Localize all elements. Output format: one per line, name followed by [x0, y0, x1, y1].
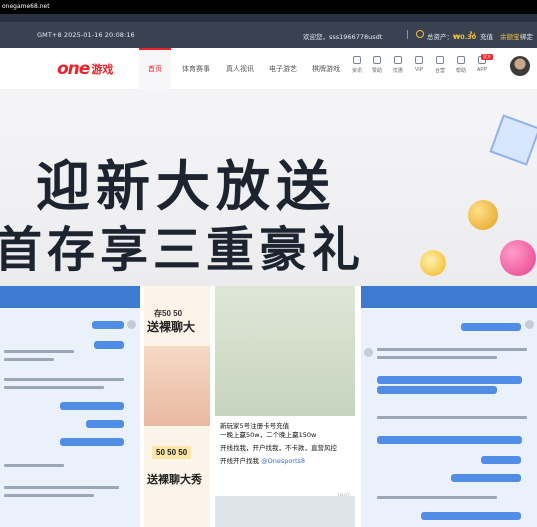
quick-help[interactable]: 帮助	[452, 56, 470, 74]
balance-label: 总资产：	[427, 33, 453, 41]
balloon-decoration	[500, 240, 536, 276]
message-line-2: 一晚上赢50w，二个晚上赢150w	[220, 431, 317, 439]
tab-sports[interactable]: 体育赛事	[176, 48, 216, 90]
refresh-icon[interactable]: ↻	[469, 30, 476, 39]
account-info-bar: GMT+8 2025-01-16 20:08:16 欢迎您，sss1966778…	[0, 22, 537, 48]
chat-bubble	[92, 321, 124, 329]
testimonial-screenshots: 存50 50 送裸聊大 50 50 50 送裸聊大秀 新玩家5号注册卡号充值 一…	[0, 286, 537, 527]
tab-card-games[interactable]: 棋牌游戏	[306, 48, 346, 90]
promo-headline: 送裸聊大	[147, 320, 196, 334]
chat-screenshot-1	[0, 286, 140, 527]
chat-line	[4, 464, 64, 467]
chat-line	[377, 348, 527, 351]
news-icon	[353, 56, 361, 64]
message-line-4: 开线开户找我 @Onesports8	[220, 457, 350, 466]
avatar[interactable]	[510, 56, 530, 76]
chat-bubble	[377, 436, 522, 444]
chat-header	[361, 286, 537, 308]
phone-screenshot	[215, 286, 355, 416]
help-icon	[457, 56, 465, 64]
wallet-link[interactable]: 余额宝	[500, 31, 520, 41]
promo-banner[interactable]: 迎新大放送 首存享三重豪礼	[0, 90, 537, 286]
quick-agent[interactable]: 合营	[431, 56, 449, 74]
tab-live-casino[interactable]: 真人视讯	[220, 48, 260, 90]
tab-slots[interactable]: 电子游艺	[263, 48, 303, 90]
chat-screenshot-2: 新玩家5号注册卡号充值 一晚上赢50w，二个晚上赢150w 开线找我，开户找我，…	[215, 286, 355, 527]
server-time: GMT+8 2025-01-16 20:08:16	[37, 31, 135, 39]
quick-help-label: 帮助	[455, 68, 466, 74]
top-strip	[0, 14, 537, 22]
chat-line	[4, 386, 104, 389]
avatar	[364, 348, 373, 357]
quick-promo[interactable]: 优惠	[389, 56, 407, 74]
avatar	[127, 320, 136, 329]
chat-bubble	[60, 438, 124, 446]
quick-agent-label: 合营	[434, 68, 445, 74]
next-message-preview	[215, 496, 355, 527]
promo-poster-body: 存50 50 送裸聊大 50 50 50 送裸聊大秀	[144, 286, 210, 527]
site-logo[interactable]: one 游戏	[57, 59, 114, 79]
chat-bubble	[86, 420, 124, 428]
telegram-handle[interactable]: @Onesports8	[261, 457, 305, 465]
quick-vip-label: VIP	[414, 67, 424, 73]
quick-news[interactable]: 资讯	[348, 56, 366, 74]
tab-home[interactable]: 首页	[139, 48, 171, 90]
chat-line	[4, 358, 54, 361]
coin-decoration	[420, 250, 446, 276]
chat-bubble	[377, 386, 497, 394]
quick-sponsor[interactable]: 赞助	[368, 56, 386, 74]
chat-line	[377, 356, 497, 359]
message-line-3: 开线找我，开户找我，不卡款，直营风控	[220, 444, 337, 452]
mahjong-tile-decoration	[489, 114, 537, 166]
chat-bubble	[461, 323, 521, 331]
main-nav: one 游戏 首页 体育赛事 真人视讯 电子游艺 棋牌游戏 资讯 赞助 优惠 V…	[0, 48, 537, 90]
chat-bubble	[377, 376, 522, 384]
balloon-decoration	[468, 200, 498, 230]
diamond-icon	[415, 56, 423, 64]
quick-vip[interactable]: VIP	[410, 56, 428, 73]
quick-sponsor-label: 赞助	[371, 68, 382, 74]
chat-bubble	[481, 456, 521, 464]
message-line-1: 新玩家5号注册卡号充值	[220, 422, 290, 430]
chat-line	[377, 416, 527, 419]
logo-suffix: 游戏	[91, 64, 114, 76]
chat-line	[4, 378, 124, 381]
chat-line	[4, 350, 74, 353]
eye-icon[interactable]	[416, 30, 424, 38]
banner-subtitle: 首存享三重豪礼	[0, 222, 366, 278]
bind-link[interactable]: 绑定	[520, 31, 533, 41]
chat-line	[377, 496, 497, 499]
trophy-icon	[373, 56, 381, 64]
gift-icon	[394, 56, 402, 64]
promo-image	[144, 346, 210, 426]
avatar	[525, 320, 534, 329]
chat-bubble	[94, 341, 124, 349]
quick-promo-label: 优惠	[392, 68, 403, 74]
promo-poster: 存50 50 送裸聊大 50 50 50 送裸聊大秀	[144, 286, 210, 527]
quick-news-label: 资讯	[351, 68, 362, 74]
divider	[407, 30, 408, 39]
chat-line	[4, 486, 119, 489]
promo-badge: 50 50 50	[152, 446, 192, 459]
chat-header	[0, 286, 140, 308]
quick-app-label: APP	[476, 67, 487, 73]
chat-bubble	[60, 402, 124, 410]
deposit-link[interactable]: 充值	[480, 31, 493, 41]
app-badge: 官方	[481, 54, 493, 60]
welcome-username[interactable]: 欢迎您，sss1966778usdt	[303, 31, 382, 41]
handshake-icon	[436, 56, 444, 64]
message-line-4-prefix: 开线开户找我	[220, 457, 259, 465]
chat-bubble	[421, 512, 521, 520]
logo-mark: one	[57, 59, 90, 79]
chat-screenshot-3	[361, 286, 537, 527]
promo-headline-2: 送裸聊大秀	[147, 474, 202, 486]
chat-bubble	[451, 474, 521, 482]
chat-line	[4, 494, 94, 497]
browser-url-bar[interactable]: onegame68.net	[0, 0, 537, 14]
